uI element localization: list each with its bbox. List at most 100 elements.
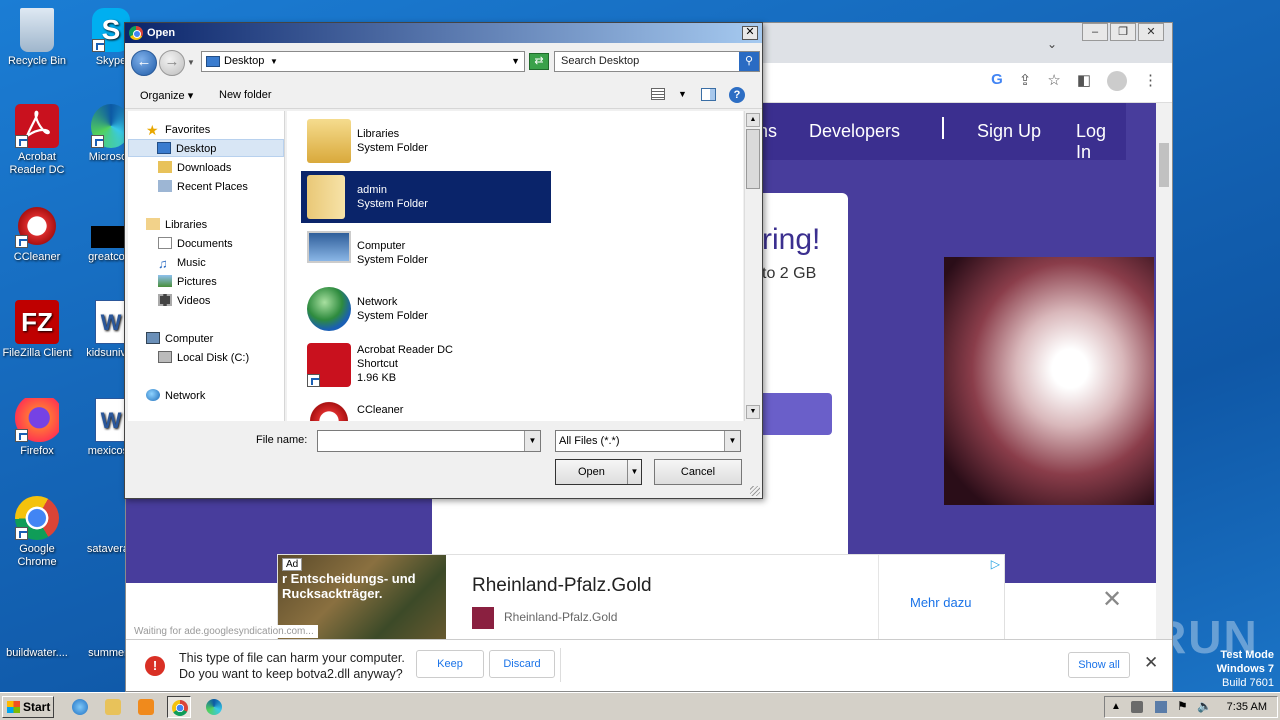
open-button[interactable]: Open ▼ xyxy=(555,459,642,485)
nav-link-sign-up[interactable]: Sign Up xyxy=(977,121,1041,142)
chrome-icon xyxy=(15,496,59,540)
history-dropdown-icon[interactable]: ▼ xyxy=(187,58,195,67)
preview-pane-icon[interactable] xyxy=(701,88,716,101)
discard-button[interactable]: Discard xyxy=(489,650,555,678)
desktop-icon-buildwater[interactable]: buildwater.... xyxy=(0,600,74,660)
nav-local-disk[interactable]: Local Disk (C:) xyxy=(158,349,249,367)
tab-search-icon[interactable]: ⌄ xyxy=(1047,37,1057,51)
scrollbar-thumb[interactable] xyxy=(1159,143,1169,187)
file-item-computer[interactable]: Computer System Folder xyxy=(301,227,551,279)
desktop-icon-acrobat[interactable]: Acrobat Reader DC xyxy=(0,104,74,177)
cancel-button[interactable]: Cancel xyxy=(654,459,742,485)
close-download-bar-icon[interactable]: ✕ xyxy=(1144,653,1158,673)
profile-avatar-icon[interactable] xyxy=(1107,71,1127,91)
start-button[interactable]: Start xyxy=(2,696,54,718)
ad-more-link[interactable]: Mehr dazu xyxy=(910,595,971,610)
navigation-pane: ★ Favorites Desktop Downloads Recent Plac… xyxy=(128,111,285,421)
google-icon[interactable]: G xyxy=(991,71,1003,91)
refresh-button[interactable]: ⇄ xyxy=(529,53,549,70)
nav-libraries[interactable]: Libraries xyxy=(146,216,207,234)
bookmark-star-icon[interactable]: ☆ xyxy=(1047,71,1060,91)
resize-grip[interactable] xyxy=(750,486,760,496)
taskbar-media-player[interactable] xyxy=(134,696,158,718)
nav-pictures[interactable]: Pictures xyxy=(158,273,217,291)
taskbar-chrome[interactable] xyxy=(167,696,191,718)
breadcrumb-arrow-icon[interactable]: ▼ xyxy=(270,52,278,71)
file-item-network[interactable]: Network System Folder xyxy=(301,283,551,335)
file-item-libraries[interactable]: Libraries System Folder xyxy=(301,115,551,167)
search-input[interactable]: Search Desktop ⚲ xyxy=(554,51,760,72)
organize-button[interactable]: Organize ▾ xyxy=(140,89,193,102)
nav-link-log-in[interactable]: Log In xyxy=(1076,121,1126,163)
nav-music[interactable]: ♫ Music xyxy=(158,254,206,272)
minimize-button[interactable]: – xyxy=(1082,23,1108,41)
nav-link-developers[interactable]: Developers xyxy=(809,121,900,142)
action-center-flag-icon[interactable]: ⚑ xyxy=(1177,700,1189,713)
promo-headline: ring! xyxy=(762,223,821,256)
share-icon[interactable]: ⇪ xyxy=(1019,71,1032,91)
chrome-icon xyxy=(172,700,188,716)
file-type-select[interactable]: All Files (*.*) ▼ xyxy=(555,430,741,452)
ad-info-icon[interactable]: ▷ xyxy=(991,557,1000,571)
desktop-icon-chrome[interactable]: Google Chrome xyxy=(0,496,74,569)
desktop-icon-firefox[interactable]: Firefox xyxy=(0,398,74,458)
desktop-icon-ccleaner[interactable]: CCleaner xyxy=(0,204,74,264)
search-icon[interactable]: ⚲ xyxy=(739,52,759,71)
new-folder-button[interactable]: New folder xyxy=(219,89,272,101)
nav-network[interactable]: Network xyxy=(146,387,205,405)
file-list-scrollbar[interactable]: ▲ ▼ xyxy=(744,111,760,421)
nav-computer[interactable]: Computer xyxy=(146,330,213,348)
file-item-admin[interactable]: admin System Folder xyxy=(301,171,551,223)
shortcut-arrow-icon xyxy=(15,235,28,248)
network-status-icon[interactable] xyxy=(1155,701,1167,713)
help-icon[interactable]: ? xyxy=(729,87,745,103)
file-name-input[interactable]: ▼ xyxy=(317,430,541,452)
show-all-button[interactable]: Show all xyxy=(1068,652,1130,678)
file-item-ccleaner[interactable]: CCleaner xyxy=(301,395,551,421)
file-item-acrobat[interactable]: Acrobat Reader DC Shortcut 1.96 KB xyxy=(301,339,551,391)
view-dropdown-icon[interactable]: ▼ xyxy=(678,89,687,99)
nav-recent-places[interactable]: Recent Places xyxy=(158,178,248,196)
shortcut-arrow-icon xyxy=(307,374,320,387)
dialog-close-button[interactable]: ✕ xyxy=(742,26,758,40)
ad-banner[interactable]: Ad r Entscheidungs- und Rucksackträger. … xyxy=(277,554,1005,645)
keep-button[interactable]: Keep xyxy=(416,650,484,678)
desktop-icon-recycle-bin[interactable]: Recycle Bin xyxy=(0,8,74,68)
libraries-folder-icon xyxy=(307,119,351,163)
tray-expand-icon[interactable]: ▲ xyxy=(1111,701,1123,713)
shortcut-arrow-icon xyxy=(15,429,28,442)
scroll-down-icon[interactable]: ▼ xyxy=(746,405,760,419)
nav-videos[interactable]: Videos xyxy=(158,292,210,310)
nav-documents[interactable]: Documents xyxy=(158,235,233,253)
scroll-up-icon[interactable]: ▲ xyxy=(746,113,760,127)
taskbar-explorer[interactable] xyxy=(101,696,125,718)
scrollbar-thumb[interactable] xyxy=(746,129,760,189)
back-button[interactable]: ← xyxy=(131,50,157,76)
close-button[interactable]: ✕ xyxy=(1138,23,1164,41)
desktop-icon-filezilla[interactable]: FZ FileZilla Client xyxy=(0,300,74,360)
forward-button[interactable]: → xyxy=(159,50,185,76)
volume-icon[interactable]: 🔈 xyxy=(1197,700,1212,713)
open-split-dropdown-icon[interactable]: ▼ xyxy=(627,460,641,484)
tray-app-icon[interactable] xyxy=(1131,701,1143,713)
nav-downloads[interactable]: Downloads xyxy=(158,159,231,177)
ad-close-icon[interactable]: ✕ xyxy=(1102,585,1122,614)
page-scrollbar[interactable] xyxy=(1156,103,1172,663)
nav-favorites[interactable]: ★ Favorites xyxy=(146,121,210,139)
file-type-dropdown-icon[interactable]: ▼ xyxy=(724,431,740,451)
change-view-icon[interactable] xyxy=(651,88,665,100)
menu-kebab-icon[interactable]: ⋮ xyxy=(1143,71,1158,91)
chrome-icon xyxy=(129,26,143,40)
shortcut-arrow-icon xyxy=(91,135,104,148)
restore-button[interactable]: ❐ xyxy=(1110,23,1136,41)
address-bar[interactable]: Desktop ▼ ▼ xyxy=(201,51,525,72)
nav-desktop[interactable]: Desktop xyxy=(128,139,284,157)
clock[interactable]: 7:35 AM xyxy=(1227,701,1267,713)
taskbar-ie[interactable] xyxy=(68,696,92,718)
taskbar-edge[interactable] xyxy=(202,696,226,718)
file-name-dropdown-icon[interactable]: ▼ xyxy=(524,431,540,451)
libraries-icon xyxy=(146,218,160,230)
address-dropdown-icon[interactable]: ▼ xyxy=(511,52,520,71)
ad-title[interactable]: Rheinland-Pfalz.Gold xyxy=(472,575,652,597)
side-panel-icon[interactable]: ◧ xyxy=(1077,71,1091,91)
